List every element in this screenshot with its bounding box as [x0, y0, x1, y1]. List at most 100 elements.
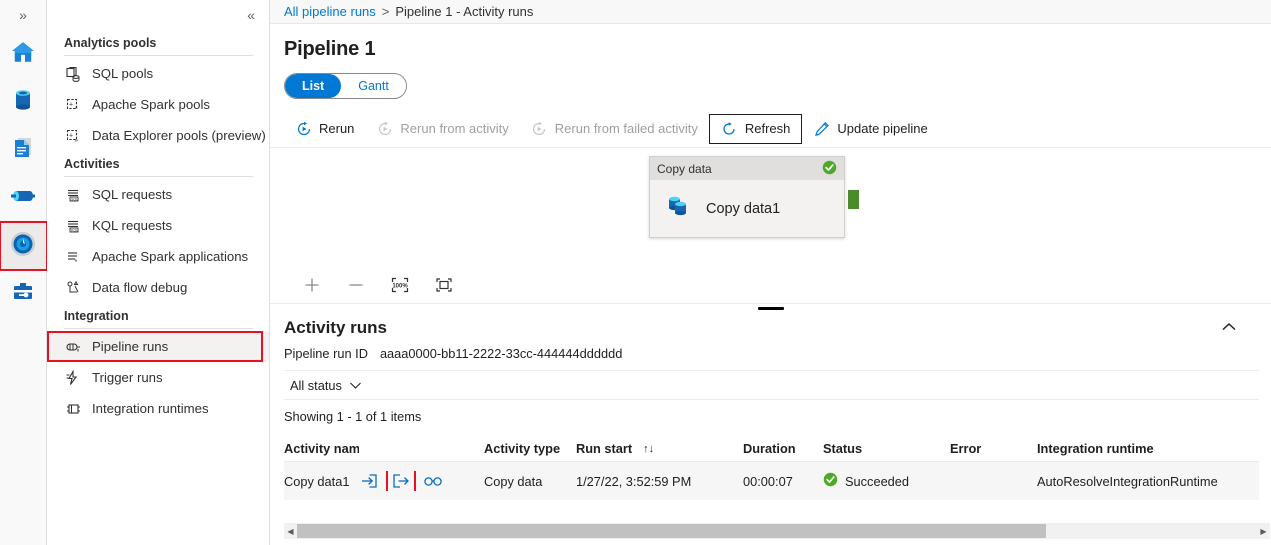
breadcrumb-link-all-pipeline-runs[interactable]: All pipeline runs [284, 4, 376, 19]
tab-gantt[interactable]: Gantt [341, 74, 406, 98]
spark-pools-icon: + * [64, 96, 82, 114]
sidebar-item-data-flow-debug[interactable]: Data flow debug [47, 272, 269, 303]
details-glasses-icon[interactable] [423, 471, 443, 491]
column-header-run-start[interactable]: Run start ↑↓ [576, 441, 743, 456]
column-header-status[interactable]: Status [823, 441, 950, 456]
rerun-from-activity-button[interactable]: Rerun from activity [365, 114, 519, 144]
rail-item-manage[interactable] [0, 270, 47, 318]
rerun-button[interactable]: Rerun [284, 114, 365, 144]
nav-collapse-button[interactable]: « [47, 0, 269, 30]
table-header-row: Activity name Activity type Run start ↑↓… [284, 436, 1259, 462]
output-icon[interactable] [386, 471, 416, 491]
svg-text:*: * [75, 106, 78, 113]
pipeline-run-id: Pipeline run ID aaaa0000-bb11-2222-33cc-… [270, 339, 1271, 361]
fit-to-screen-button[interactable] [422, 270, 466, 300]
rerun-label: Rerun [319, 121, 355, 136]
scroll-left-arrow[interactable]: ◀ [284, 527, 297, 536]
pipeline-runs-icon [64, 338, 82, 356]
navigation-panel: « Analytics pools SQL pools + * Apache Sp… [47, 0, 270, 545]
success-check-icon [822, 160, 837, 178]
tab-list[interactable]: List [285, 74, 342, 98]
sidebar-item-kql-requests[interactable]: KQL KQL requests [47, 210, 269, 241]
breadcrumb: All pipeline runs > Pipeline 1 - Activit… [270, 0, 1271, 24]
sidebar-item-pipeline-runs[interactable]: Pipeline runs [47, 331, 269, 362]
sidebar-item-label: Data flow debug [92, 280, 188, 295]
status-success-icon [823, 472, 838, 490]
pipeline-canvas[interactable]: Copy data Copy data1 [270, 148, 1271, 266]
nav-group-title-analytics-pools: Analytics pools [64, 36, 157, 50]
column-header-activity-type[interactable]: Activity type [484, 441, 576, 456]
sidebar-item-apache-spark-applications[interactable]: * Apache Spark applications [47, 241, 269, 272]
sidebar-item-sql-pools[interactable]: SQL pools [47, 58, 269, 89]
node-header-label: Copy data [657, 161, 712, 176]
kql-requests-icon: KQL [64, 217, 82, 235]
table-row[interactable]: Copy data1 Copy data 1/27/22, 3:52:59 PM… [284, 462, 1259, 500]
sidebar-item-label: Trigger runs [92, 370, 163, 385]
sidebar-item-label: KQL requests [92, 218, 173, 233]
sidebar-item-data-explorer-pools[interactable]: +» Data Explorer pools (preview) [47, 120, 269, 151]
zoom-in-button[interactable] [290, 270, 334, 300]
node-header: Copy data [650, 157, 844, 180]
rerun-from-activity-icon [376, 120, 393, 137]
pipeline-run-id-label: Pipeline run ID [284, 346, 368, 361]
nav-divider [64, 55, 253, 56]
sidebar-item-label: Apache Spark applications [92, 249, 249, 264]
node-output-port[interactable] [848, 190, 859, 209]
node-body-label: Copy data1 [706, 200, 781, 217]
rail-item-data[interactable] [0, 78, 47, 126]
rail-item-monitor[interactable] [0, 221, 48, 271]
refresh-label: Refresh [744, 121, 791, 136]
rail-item-integrate[interactable] [0, 174, 47, 222]
scroll-right-arrow[interactable]: ▶ [1257, 527, 1270, 536]
column-header-error[interactable]: Error [950, 441, 1037, 456]
sidebar-item-trigger-runs[interactable]: Trigger runs [47, 362, 269, 393]
integration-runtimes-icon [64, 400, 82, 418]
sort-icon[interactable]: ↑↓ [643, 443, 654, 455]
zoom-to-100-button[interactable]: 100% [378, 270, 422, 300]
update-pipeline-label: Update pipeline [837, 121, 928, 136]
activity-runs-table: Activity name Activity type Run start ↑↓… [284, 436, 1259, 500]
pencil-icon [813, 120, 830, 137]
svg-text:+: + [69, 101, 73, 108]
home-icon [10, 39, 36, 70]
sidebar-item-sql-requests[interactable]: SQL SQL requests [47, 179, 269, 210]
refresh-button[interactable]: Refresh [708, 113, 803, 144]
left-icon-rail: » [0, 0, 48, 545]
zoom-out-button[interactable] [334, 270, 378, 300]
sidebar-item-label: Apache Spark pools [92, 97, 211, 112]
column-header-integration-runtime[interactable]: Integration runtime [1037, 441, 1237, 456]
panel-splitter[interactable] [270, 304, 1271, 314]
sidebar-item-integration-runtimes[interactable]: Integration runtimes [47, 393, 269, 424]
splitter-handle[interactable] [757, 307, 784, 310]
scrollbar-thumb[interactable] [297, 524, 1046, 538]
pipeline-run-id-value: aaaa0000-bb11-2222-33cc-444444dddddd [379, 346, 623, 361]
activity-node-copy-data1[interactable]: Copy data Copy data1 [649, 156, 845, 238]
rail-expand-button[interactable]: » [0, 0, 46, 30]
column-header-activity-name[interactable]: Activity name [284, 441, 359, 456]
rerun-from-failed-activity-label: Rerun from failed activity [554, 121, 698, 136]
nav-divider [64, 176, 253, 177]
sidebar-item-label: SQL pools [92, 66, 154, 81]
rail-item-home[interactable] [0, 30, 47, 78]
sidebar-item-apache-spark-pools[interactable]: + * Apache Spark pools [47, 89, 269, 120]
data-explorer-pools-icon: +» [64, 127, 82, 145]
rerun-icon [295, 120, 312, 137]
update-pipeline-button[interactable]: Update pipeline [802, 114, 938, 144]
input-icon[interactable] [359, 471, 379, 491]
page-title: Pipeline 1 [284, 38, 376, 60]
rerun-from-failed-activity-button[interactable]: Rerun from failed activity [520, 114, 709, 144]
rail-item-develop[interactable] [0, 126, 47, 174]
status-filter-dropdown[interactable]: All status [284, 378, 368, 393]
command-bar: Rerun Rerun from activity Rerun from fai… [270, 110, 1271, 148]
cell-integration-runtime: AutoResolveIntegrationRuntime [1037, 473, 1218, 489]
chevron-up-icon[interactable] [1213, 316, 1245, 339]
node-body: Copy data1 [650, 180, 844, 237]
cell-activity-type: Copy data [484, 473, 543, 489]
column-header-duration[interactable]: Duration [743, 441, 823, 456]
sql-pools-icon [64, 65, 82, 83]
activity-runs-title: Activity runs [284, 317, 387, 337]
scrollbar-track[interactable] [297, 523, 1257, 539]
horizontal-scrollbar[interactable]: ◀ ▶ [284, 523, 1270, 539]
svg-text:KQL: KQL [71, 228, 78, 232]
cell-row-actions [359, 471, 484, 491]
